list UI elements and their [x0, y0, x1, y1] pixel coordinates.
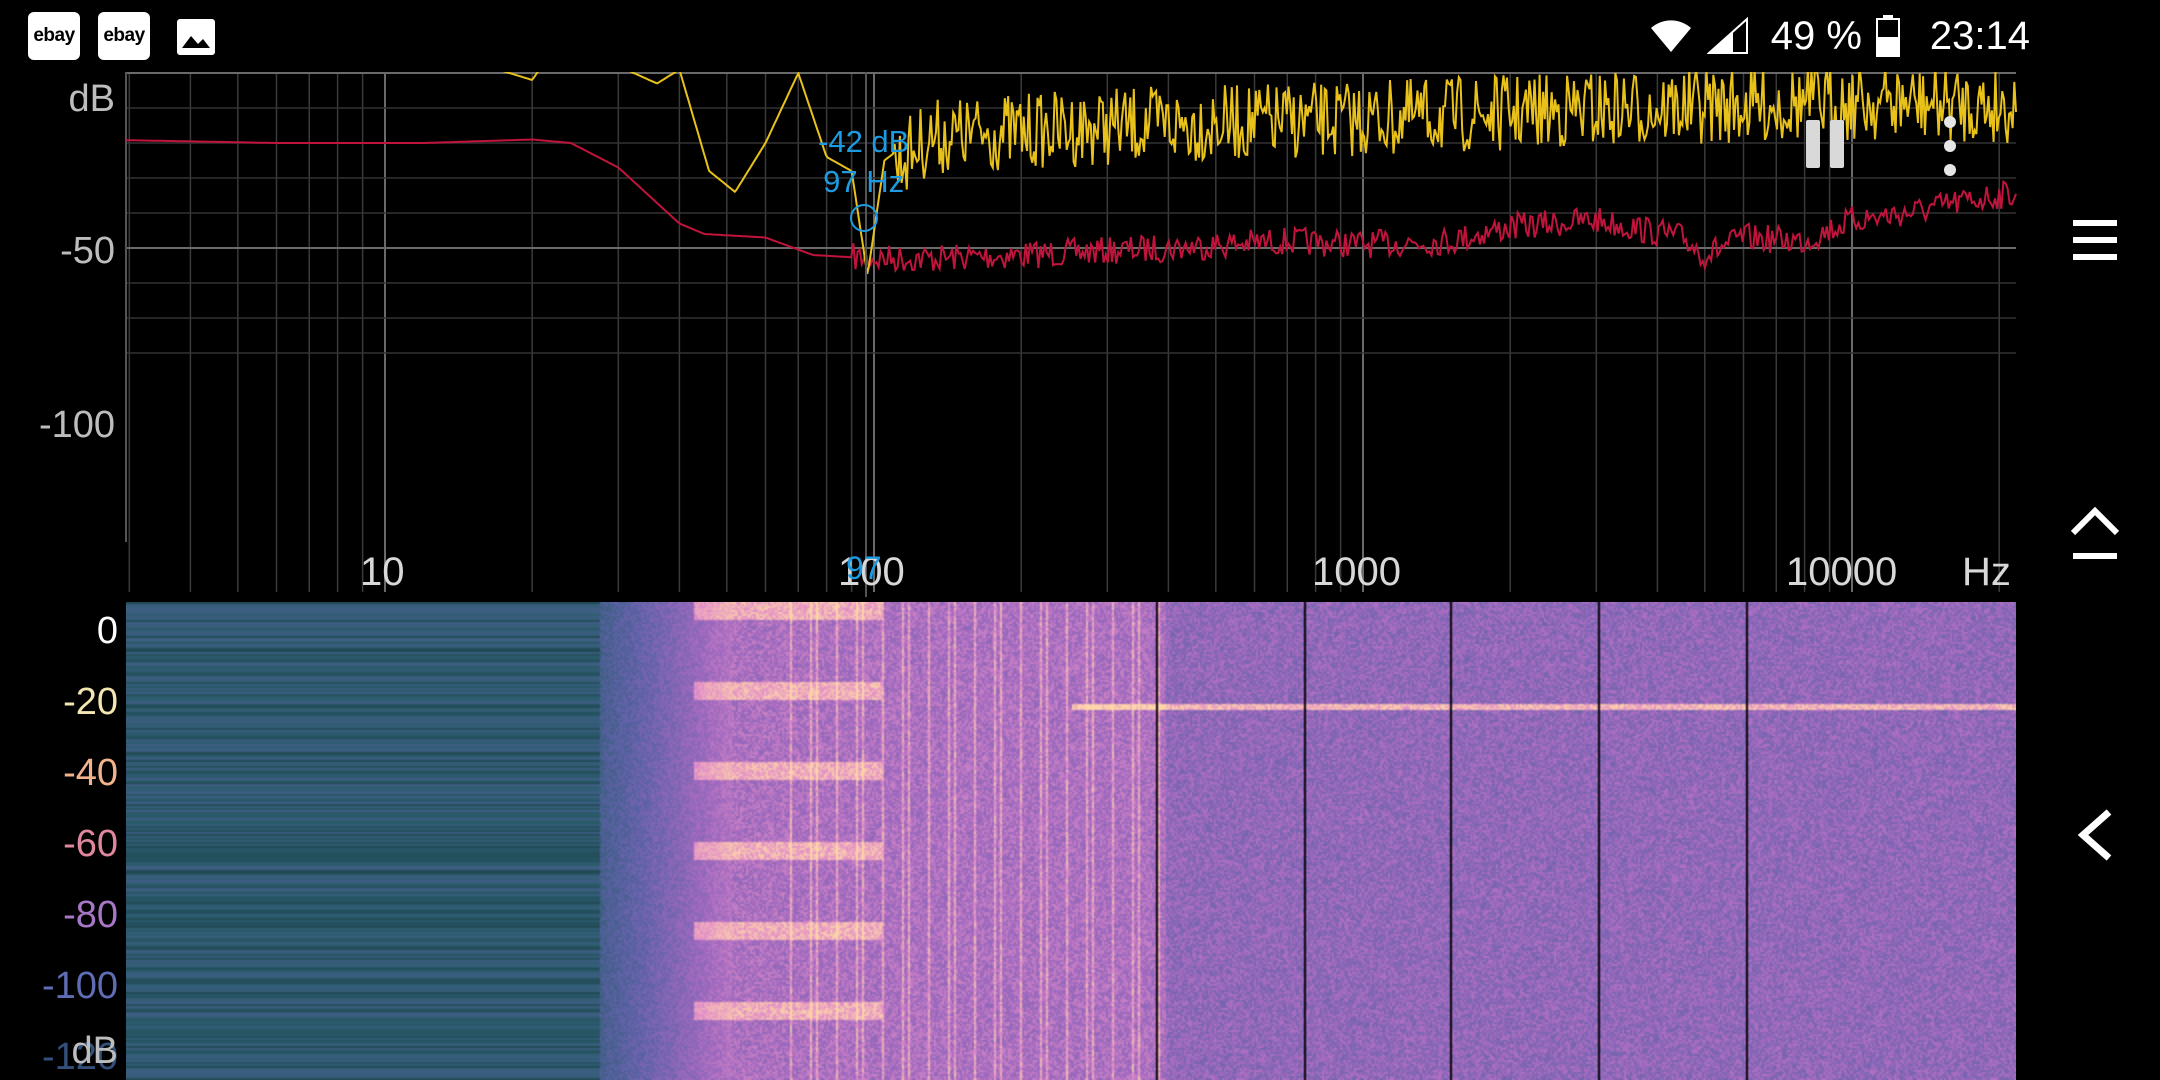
home-button[interactable] — [2055, 494, 2135, 574]
x-tick-label: 10000 — [1786, 550, 1898, 594]
pause-icon — [1806, 120, 1820, 168]
x-unit-label: Hz — [1962, 550, 2011, 594]
x-tick-label: 10 — [360, 550, 405, 594]
menu-button[interactable] — [2055, 200, 2135, 280]
spectrogram[interactable]: 0 -20 -40 -60 -80 -100 -120 dB — [0, 600, 2030, 1080]
spectrogram-time-tick: 0 — [96, 610, 118, 652]
spectrogram-time-tick: -60 — [63, 823, 118, 865]
ebay-notification-icon: ebay — [28, 12, 80, 60]
spectrogram-time-tick: -100 — [41, 965, 118, 1007]
ebay-notification-icon: ebay — [98, 12, 150, 60]
spectrogram-unit-label: dB — [71, 1030, 118, 1072]
navigation-bar — [2030, 0, 2160, 1080]
clock: 23:14 — [1929, 13, 2030, 58]
hamburger-menu-icon — [2073, 220, 2117, 260]
spectrogram-time-tick: -80 — [63, 894, 118, 936]
peak-readout: -42 dB 97 Hz — [818, 122, 909, 202]
y-tick-label: -50 — [60, 230, 115, 272]
spectrum-plot[interactable]: dB -50 -100 10 100 1000 10000 Hz -42 dB … — [0, 72, 2030, 602]
spectrogram-time-tick: -40 — [63, 752, 118, 794]
more-vert-icon — [1944, 164, 1956, 176]
y-tick-label: -100 — [38, 404, 115, 446]
more-vert-icon — [1944, 140, 1956, 152]
battery-icon — [1875, 15, 1900, 57]
more-options-button[interactable] — [1930, 116, 1970, 176]
back-button[interactable] — [2055, 795, 2135, 875]
y-unit-label: dB — [68, 78, 115, 120]
spectrogram-image — [126, 602, 2016, 1080]
peak-frequency: 97 Hz — [823, 164, 905, 199]
peak-level: -42 dB — [818, 124, 910, 159]
cell-signal-icon — [1706, 17, 1748, 54]
back-chevron-icon — [2077, 809, 2112, 861]
spectrum-graph[interactable] — [0, 72, 2030, 602]
more-vert-icon — [1944, 116, 1956, 128]
cursor-frequency-label: 97 — [846, 550, 882, 586]
peak-hold-trace — [126, 138, 2017, 273]
pause-icon — [1830, 120, 1844, 168]
x-tick-label: 1000 — [1312, 550, 1401, 594]
wifi-icon — [1650, 20, 1691, 52]
pause-button[interactable] — [1800, 120, 1850, 172]
image-icon — [176, 18, 216, 56]
spectrogram-time-tick: -20 — [63, 681, 118, 723]
status-bar: ebay ebay 49 % 23:14 — [0, 0, 2030, 72]
chevron-up-home-icon — [2070, 506, 2120, 559]
battery-percent: 49 % — [1770, 13, 1862, 58]
